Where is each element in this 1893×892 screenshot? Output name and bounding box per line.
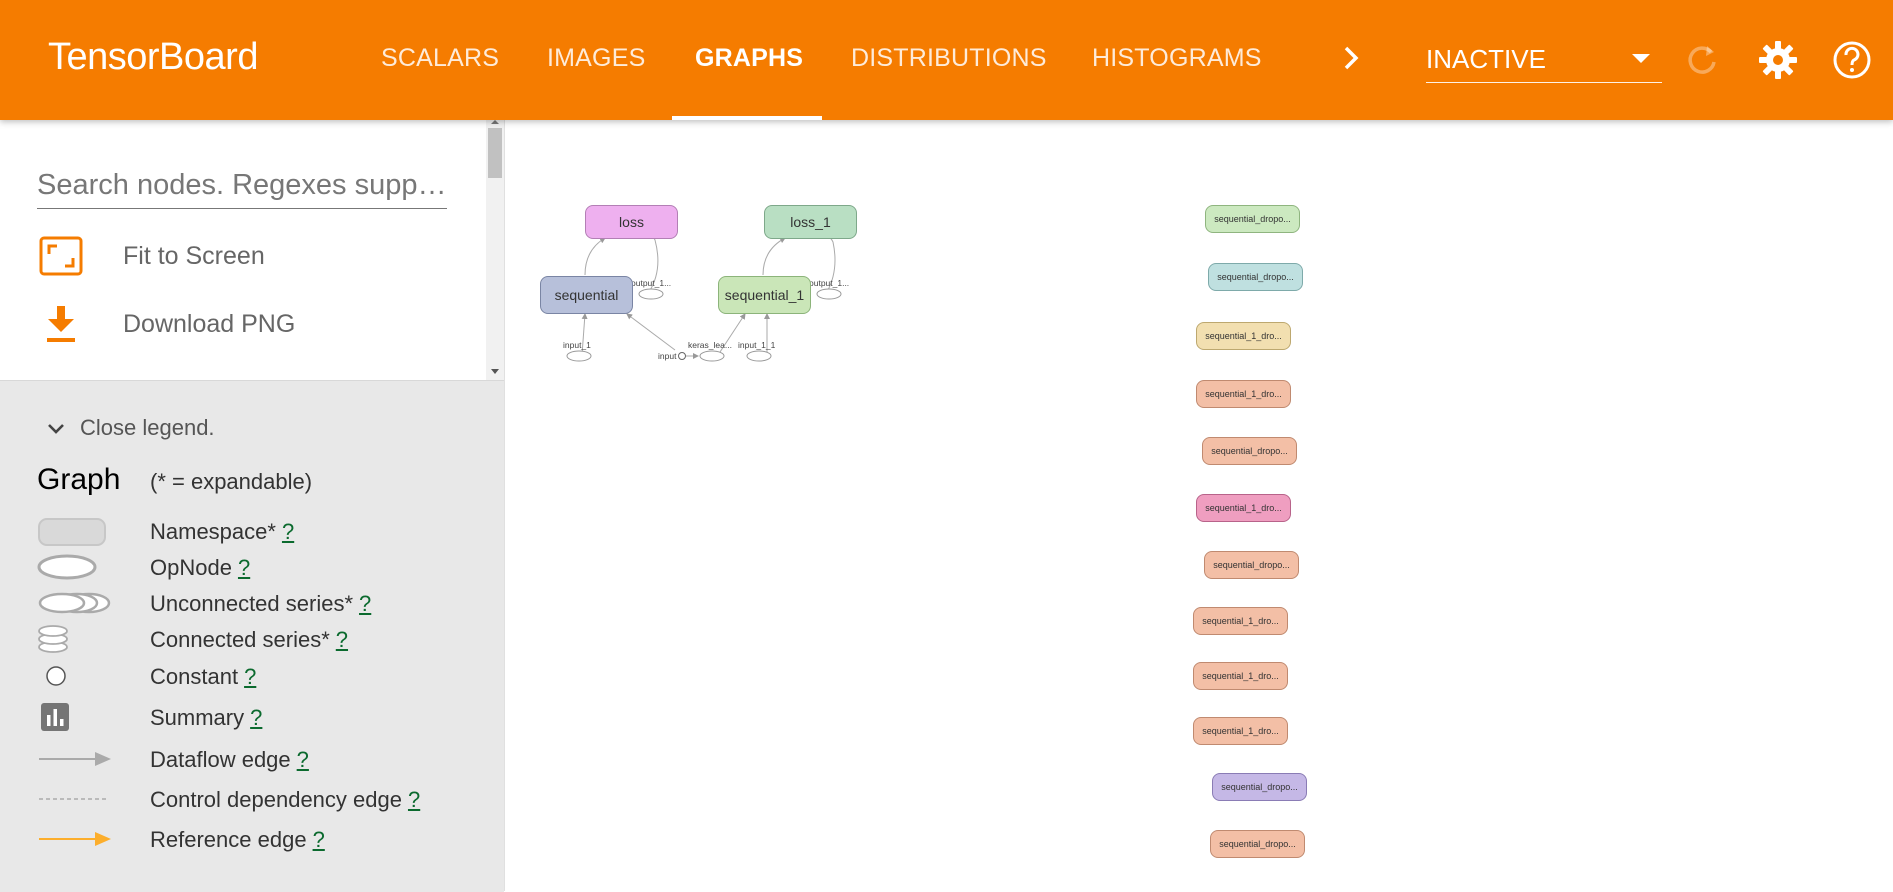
help-link-connected-series[interactable]: ? xyxy=(336,627,348,652)
legend-label-constant: Constant xyxy=(150,664,239,689)
tab-histograms[interactable]: HISTOGRAMS xyxy=(1092,44,1262,73)
aux-node[interactable]: sequential_dropo... xyxy=(1205,205,1300,233)
aux-node[interactable]: sequential_1_dro... xyxy=(1193,607,1288,635)
tab-distributions[interactable]: DISTRIBUTIONS xyxy=(851,44,1047,73)
legend-label-reference-edge: Reference edge xyxy=(150,827,307,852)
aux-node[interactable]: sequential_dropo... xyxy=(1210,830,1305,858)
legend-label-opnode: OpNode xyxy=(150,555,232,580)
run-selector-dropdown[interactable]: INACTIVE xyxy=(1426,40,1662,83)
control-dependency-edge-symbol-icon xyxy=(39,798,109,800)
tab-scalars[interactable]: SCALARS xyxy=(381,44,499,73)
constant-symbol-icon xyxy=(46,666,66,686)
legend-subtitle: (* = expandable) xyxy=(150,469,313,494)
tab-graphs[interactable]: GRAPHS xyxy=(695,44,803,73)
legend-label-namespace: Namespace* xyxy=(150,519,276,544)
legend-label-summary: Summary xyxy=(150,705,245,730)
output-1-1-op-node[interactable] xyxy=(816,288,842,300)
aux-node[interactable]: sequential_1_dro... xyxy=(1196,494,1291,522)
legend-label-dataflow-edge: Dataflow edge xyxy=(150,747,291,772)
help-icon[interactable] xyxy=(1830,38,1874,82)
aux-node[interactable]: sequential_dropo... xyxy=(1202,437,1297,465)
input-1-op-node[interactable] xyxy=(566,350,592,362)
scrollbar-thumb[interactable] xyxy=(488,128,502,178)
chevron-right-icon[interactable] xyxy=(1338,40,1366,76)
active-tab-indicator xyxy=(672,116,822,120)
legend-label-connected-series: Connected series* xyxy=(150,627,330,652)
fit-to-screen-label: Fit to Screen xyxy=(123,242,265,270)
keras-learning-op-node[interactable] xyxy=(699,350,725,362)
connected-series-symbol-icon xyxy=(38,625,68,653)
namespace-symbol-icon xyxy=(38,518,106,546)
caret-down-icon xyxy=(1632,54,1650,63)
app-title: TensorBoard xyxy=(48,36,258,78)
fit-screen-icon xyxy=(39,236,83,276)
legend-row-namespace: Namespace*? xyxy=(37,515,497,547)
aux-node[interactable]: sequential_1_dro... xyxy=(1196,380,1291,408)
refresh-icon[interactable] xyxy=(1680,38,1724,82)
opnode-symbol-icon xyxy=(37,554,97,580)
chevron-down-icon xyxy=(48,424,64,434)
close-legend-label: Close legend. xyxy=(80,415,215,440)
help-link-constant[interactable]: ? xyxy=(244,664,256,689)
output-1-op-node[interactable] xyxy=(638,288,664,300)
summary-symbol-icon xyxy=(41,703,69,731)
aux-node[interactable]: sequential_1_dro... xyxy=(1193,717,1288,745)
legend-label-unconnected-series: Unconnected series* xyxy=(150,591,354,616)
help-link-dataflow-edge[interactable]: ? xyxy=(297,747,309,772)
legend-title: Graph xyxy=(37,463,121,496)
legend-row-summary: Summary? xyxy=(37,701,497,733)
help-link-summary[interactable]: ? xyxy=(250,705,262,730)
input-1-1-op-node[interactable] xyxy=(746,350,772,362)
help-link-reference-edge[interactable]: ? xyxy=(313,827,325,852)
op-label: keras_lea... xyxy=(688,340,732,350)
aux-node[interactable]: sequential_dropo... xyxy=(1208,263,1303,291)
aux-node[interactable]: sequential_1_dro... xyxy=(1196,322,1291,350)
aux-node[interactable]: sequential_dropo... xyxy=(1204,551,1299,579)
scroll-up-icon[interactable] xyxy=(491,120,499,124)
aux-node[interactable]: sequential_1_dro... xyxy=(1193,662,1288,690)
fit-to-screen-button[interactable]: Fit to Screen xyxy=(37,236,357,280)
search-input[interactable] xyxy=(37,162,447,209)
legend-row-control-dependency-edge: Control dependency edge? xyxy=(37,783,497,815)
op-label: output_1... xyxy=(809,278,850,288)
legend-row-reference-edge: Reference edge? xyxy=(37,823,497,855)
legend-label-control-dependency-edge: Control dependency edge xyxy=(150,787,402,812)
sequential-1-node[interactable]: sequential_1 xyxy=(718,276,811,314)
download-png-label: Download PNG xyxy=(123,310,296,338)
sidebar: Fit to Screen Download PNG Close legend.… xyxy=(0,120,505,892)
run-selector-value: INACTIVE xyxy=(1426,44,1546,74)
op-label: output_1... xyxy=(631,278,672,288)
help-link-control-dependency-edge[interactable]: ? xyxy=(408,787,420,812)
graph-controls: Fit to Screen Download PNG xyxy=(0,120,504,380)
graph-canvas[interactable]: output_1... output_1... input_1 input ke… xyxy=(505,120,1893,891)
legend-row-dataflow-edge: Dataflow edge? xyxy=(37,743,497,775)
loss-1-node[interactable]: loss_1 xyxy=(764,205,857,239)
op-label: input_1_1 xyxy=(738,340,776,350)
help-link-unconnected-series[interactable]: ? xyxy=(359,591,371,616)
sidebar-scrollbar[interactable] xyxy=(486,120,504,380)
legend-row-constant: Constant? xyxy=(37,660,497,692)
op-label: input xyxy=(658,351,677,361)
gear-icon[interactable] xyxy=(1756,38,1800,82)
download-icon xyxy=(47,306,75,342)
sequential-node[interactable]: sequential xyxy=(540,276,633,314)
help-link-namespace[interactable]: ? xyxy=(282,519,294,544)
reference-edge-symbol-icon xyxy=(39,832,111,846)
legend-row-opnode: OpNode? xyxy=(37,551,497,583)
loss-node[interactable]: loss xyxy=(585,205,678,239)
legend-panel: Close legend. Graph (* = expandable) Nam… xyxy=(0,380,504,892)
tab-images[interactable]: IMAGES xyxy=(547,44,645,73)
download-png-button[interactable]: Download PNG xyxy=(37,304,357,348)
legend-row-connected-series: Connected series*? xyxy=(37,623,497,655)
scroll-down-icon[interactable] xyxy=(491,369,499,374)
dataflow-edge-symbol-icon xyxy=(39,752,111,766)
top-app-bar: TensorBoard SCALARS IMAGES GRAPHS DISTRI… xyxy=(0,0,1893,120)
op-label: input_1 xyxy=(563,340,591,350)
help-link-opnode[interactable]: ? xyxy=(238,555,250,580)
legend-row-unconnected-series: Unconnected series*? xyxy=(37,587,497,619)
aux-node[interactable]: sequential_dropo... xyxy=(1212,773,1307,801)
input-constant-node[interactable] xyxy=(678,352,686,360)
unconnected-series-symbol-icon xyxy=(38,592,111,614)
